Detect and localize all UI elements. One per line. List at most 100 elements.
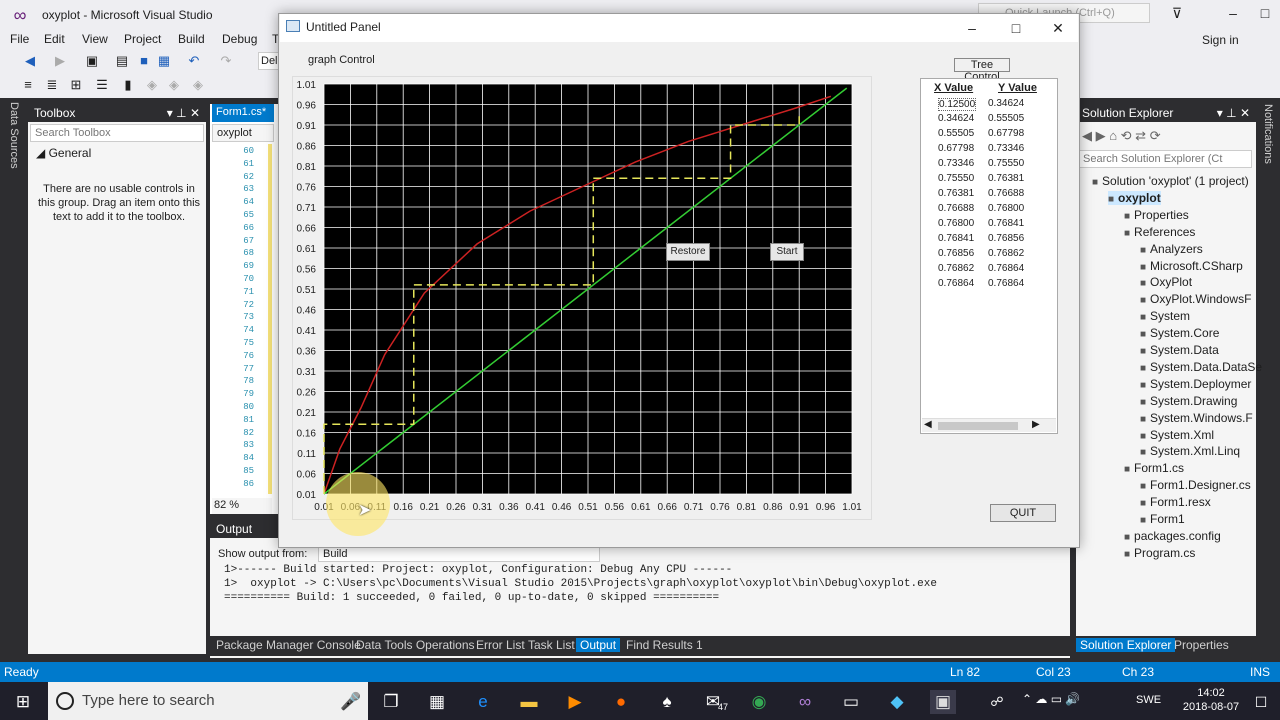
bookmark-icon[interactable]: ▮ — [120, 78, 136, 92]
new-project-icon[interactable]: ▣ — [84, 54, 100, 68]
tree-item[interactable]: ■ Analyzers — [1140, 242, 1203, 256]
y-value-cell[interactable]: 0.76381 — [988, 173, 1024, 184]
save-all-icon[interactable]: ▦ — [156, 54, 172, 68]
solution-toolbar[interactable]: ◀ ▶ ⌂ ⟲ ⇄ ⟳ — [1082, 128, 1161, 144]
tree-item[interactable]: ■ Form1.resx — [1140, 495, 1211, 509]
forward-icon[interactable]: ▶ — [52, 54, 68, 68]
tab-data-tools[interactable]: Data Tools Operations — [356, 638, 475, 652]
tree-item[interactable]: ■ References — [1124, 225, 1195, 239]
dialog-minimize-icon[interactable]: – — [950, 14, 994, 42]
start-button[interactable]: Start — [770, 243, 804, 261]
scroll-thumb[interactable] — [938, 422, 1018, 430]
x-value-cell[interactable]: 0.34624 — [938, 113, 974, 124]
edge-browser-icon[interactable]: e — [470, 690, 496, 714]
align-center-icon[interactable]: ≣ — [44, 78, 60, 92]
menu-view[interactable]: View — [82, 32, 108, 46]
x-value-cell[interactable]: 0.76864 — [938, 278, 974, 289]
tree-item[interactable]: ■ Program.cs — [1124, 546, 1195, 560]
x-value-cell[interactable]: 0.76841 — [938, 233, 974, 244]
tab-find-results[interactable]: Find Results 1 — [626, 638, 703, 652]
tree-item[interactable]: ■ System.Xml — [1140, 428, 1214, 442]
x-value-cell[interactable]: 0.67798 — [938, 143, 974, 154]
tree-item[interactable]: ■ Properties — [1124, 208, 1189, 222]
solitaire-icon[interactable]: ♠ — [654, 690, 680, 714]
y-value-cell[interactable]: 0.55505 — [988, 113, 1024, 124]
open-file-icon[interactable]: ▤ — [114, 54, 130, 68]
untitled-panel-taskbar-icon[interactable]: ▣ — [930, 690, 956, 714]
calculator-icon[interactable]: ▦ — [424, 690, 450, 714]
tree-item[interactable]: ■ Form1.cs — [1124, 461, 1184, 475]
tree-item[interactable]: ■ Solution 'oxyplot' (1 project) — [1092, 174, 1249, 188]
menu-build[interactable]: Build — [178, 32, 205, 46]
menu-file[interactable]: File — [10, 32, 29, 46]
quit-button[interactable]: QUIT — [990, 504, 1056, 522]
show-output-combo[interactable]: Build — [318, 546, 600, 562]
tree-item[interactable]: ■ packages.config — [1124, 529, 1221, 543]
data-sources-tab[interactable]: Data Sources — [8, 102, 20, 169]
x-value-header[interactable]: X Value — [934, 82, 973, 94]
menu-debug[interactable]: Debug — [222, 32, 257, 46]
x-value-cell[interactable]: 0.12500 — [938, 98, 977, 111]
y-value-cell[interactable]: 0.76800 — [988, 203, 1024, 214]
dialog-close-icon[interactable]: ✕ — [1036, 14, 1080, 42]
tree-item[interactable]: ■ System.Deploymer — [1140, 377, 1251, 391]
file-explorer-icon[interactable]: ▬ — [516, 690, 542, 714]
filter-icon[interactable]: ⊽ — [1160, 0, 1194, 26]
restore-button[interactable]: Restore — [666, 243, 710, 261]
y-value-cell[interactable]: 0.76864 — [988, 263, 1024, 274]
cobweb-chart[interactable]: 0.01 0.06 0.11 0.16 0.21 0.26 0.31 0.36 0.41 0.46… — [292, 76, 872, 520]
x-value-cell[interactable]: 0.55505 — [938, 128, 974, 139]
maximize-icon[interactable]: □ — [1248, 0, 1280, 26]
diamond-app-icon[interactable]: ◆ — [884, 690, 910, 714]
clear-bookmarks-icon[interactable]: ◈ — [190, 78, 206, 92]
tray-icons[interactable]: ⌃ ☁ ▭ 🔊 — [1022, 692, 1080, 706]
tree-item[interactable]: ■ Form1 — [1140, 512, 1185, 526]
undo-icon[interactable]: ↶ — [186, 54, 202, 68]
x-value-cell[interactable]: 0.76800 — [938, 218, 974, 229]
notifications-tab[interactable]: Notifications — [1262, 104, 1274, 184]
align-icon[interactable]: ≡ — [20, 78, 36, 92]
tab-form1-cs[interactable]: Form1.cs* — [212, 104, 274, 122]
zoom-combo[interactable]: 82 % — [212, 498, 272, 514]
minimize-icon[interactable]: – — [1216, 0, 1250, 26]
tree-item[interactable]: ■ Form1.Designer.cs — [1140, 478, 1251, 492]
tree-item[interactable]: ■ System — [1140, 309, 1190, 323]
windows-start-icon[interactable]: ⊞ — [10, 690, 36, 714]
editor-nav-combo[interactable]: oxyplot — [212, 124, 274, 142]
tree-item[interactable]: ■ System.Xml.Linq — [1140, 444, 1240, 458]
x-value-cell[interactable]: 0.76381 — [938, 188, 974, 199]
tree-item[interactable]: ■ System.Drawing — [1140, 394, 1237, 408]
media-player-icon[interactable]: ▶ — [562, 690, 588, 714]
y-value-cell[interactable]: 0.76856 — [988, 233, 1024, 244]
sign-in-link[interactable]: Sign in — [1202, 33, 1239, 47]
tree-item[interactable]: ■ oxyplot — [1108, 190, 1161, 205]
spacing-icon[interactable]: ☰ — [94, 78, 110, 92]
tab-task-list[interactable]: Task List — [528, 638, 575, 652]
scroll-right-icon[interactable]: ▶ — [1032, 419, 1040, 430]
pin-close-icons[interactable]: ▾ ⊥ ✕ — [1217, 106, 1250, 120]
next-bookmark-icon[interactable]: ◈ — [166, 78, 182, 92]
redo-icon[interactable]: ↷ — [218, 54, 234, 68]
tree-item[interactable]: ■ Microsoft.CSharp — [1140, 259, 1243, 273]
back-icon[interactable]: ◀ — [22, 54, 38, 68]
menu-project[interactable]: Project — [124, 32, 161, 46]
y-value-cell[interactable]: 0.76862 — [988, 248, 1024, 259]
taskbar-clock[interactable]: 14:02 2018-08-07 — [1180, 686, 1242, 714]
dialog-maximize-icon[interactable]: □ — [994, 14, 1038, 42]
menu-edit[interactable]: Edit — [44, 32, 65, 46]
y-value-cell[interactable]: 0.76841 — [988, 218, 1024, 229]
tree-item[interactable]: ■ System.Windows.F — [1140, 411, 1253, 425]
tab-output[interactable]: Output — [576, 638, 621, 652]
size-icon[interactable]: ⊞ — [68, 78, 84, 92]
x-value-cell[interactable]: 0.76862 — [938, 263, 974, 274]
pin-close-icons[interactable]: ▾ ⊥ ✕ — [167, 106, 200, 120]
visual-studio-taskbar-icon[interactable]: ∞ — [792, 690, 818, 714]
scroll-left-icon[interactable]: ◀ — [924, 419, 932, 430]
y-value-cell[interactable]: 0.76688 — [988, 188, 1024, 199]
save-icon[interactable]: ■ — [136, 54, 152, 68]
tab-package-manager[interactable]: Package Manager Console — [216, 638, 361, 652]
y-value-cell[interactable]: 0.73346 — [988, 143, 1024, 154]
firefox-icon[interactable]: ● — [608, 690, 634, 714]
toolbox-group-general[interactable]: ◢ General — [36, 146, 91, 160]
tab-error-list[interactable]: Error List — [476, 638, 525, 652]
